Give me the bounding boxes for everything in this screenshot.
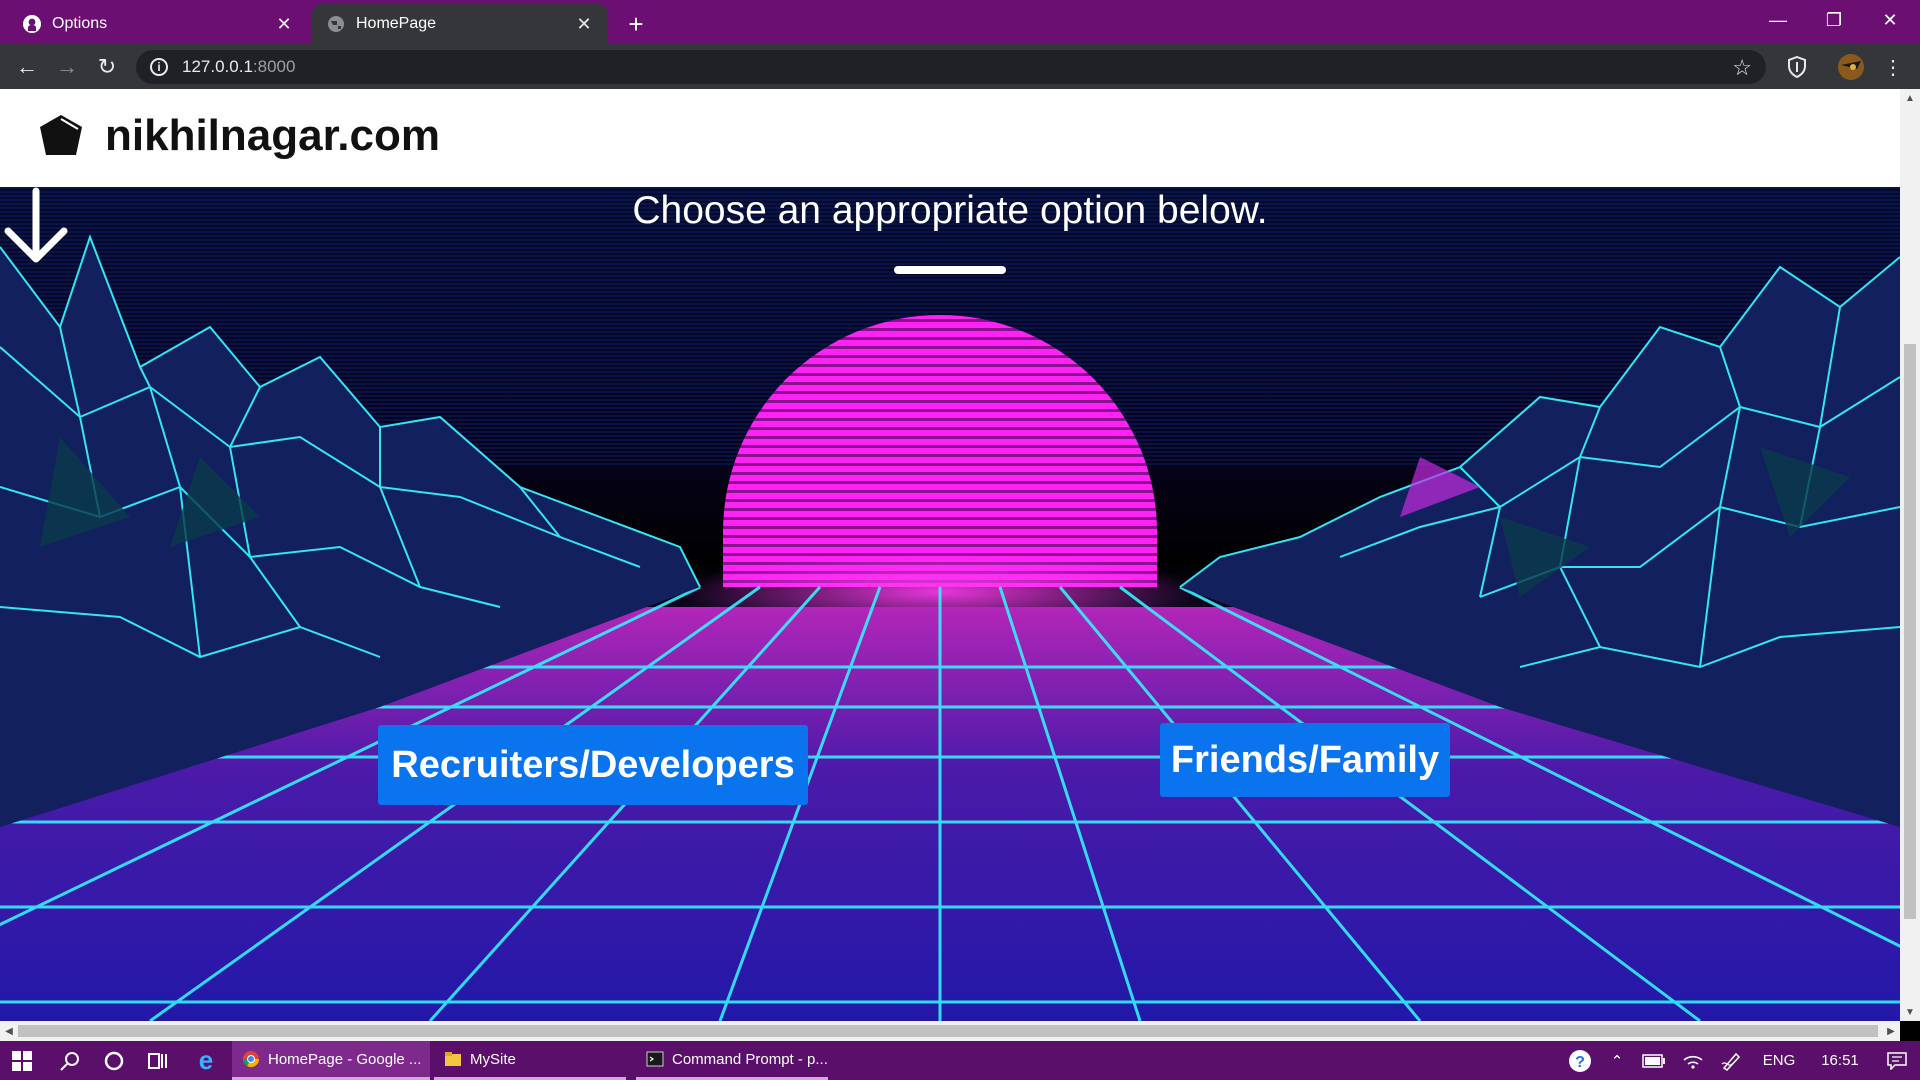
tab-options[interactable]: Options ✕ — [8, 4, 308, 44]
help-icon[interactable]: ? — [1562, 1041, 1598, 1080]
battery-icon[interactable] — [1636, 1041, 1672, 1080]
bookmark-star-icon[interactable]: ☆ — [1732, 55, 1752, 81]
folder-icon — [445, 1052, 461, 1066]
vertical-scrollbar[interactable]: ▲ ▼ — [1900, 89, 1920, 1021]
close-tab-icon[interactable]: ✕ — [274, 14, 294, 34]
taskbar-app-label: HomePage - Google ... — [268, 1050, 422, 1068]
browser-toolbar: ← → ↻ i 127.0.0.1:8000 ☆ ⋮ — [0, 44, 1920, 89]
chrome-icon — [242, 1051, 260, 1068]
hero-prompt: Choose an appropriate option below. — [632, 189, 1268, 232]
site-info-icon[interactable]: i — [150, 58, 168, 76]
taskbar-app-mysite[interactable]: MySite — [434, 1041, 626, 1080]
friends-family-button[interactable]: Friends/Family — [1160, 723, 1450, 797]
language-indicator[interactable]: ENG — [1752, 1041, 1806, 1080]
edge-browser-icon[interactable]: e — [184, 1041, 228, 1080]
url-port: :8000 — [252, 57, 296, 76]
pentagon-logo-icon — [40, 115, 82, 155]
scroll-up-arrow-icon[interactable]: ▲ — [1900, 89, 1920, 107]
windows-taskbar: e HomePage - Google ... MySite Command P… — [0, 1041, 1920, 1080]
clock[interactable]: 16:51 — [1806, 1041, 1874, 1080]
wifi-icon[interactable] — [1676, 1041, 1710, 1080]
scroll-right-arrow-icon[interactable]: ▶ — [1882, 1021, 1900, 1041]
svg-text:?: ? — [1575, 1054, 1585, 1071]
url-text: 127.0.0.1:8000 — [182, 57, 295, 77]
taskbar-app-chrome[interactable]: HomePage - Google ... — [232, 1041, 430, 1080]
tab-title: HomePage — [356, 15, 437, 32]
cortana-icon[interactable] — [92, 1041, 136, 1080]
globe-icon — [326, 14, 346, 34]
close-window-button[interactable]: ✕ — [1862, 0, 1918, 40]
reload-button[interactable]: ↻ — [90, 50, 124, 84]
taskbar-app-label: MySite — [470, 1050, 516, 1068]
recruiters-developers-button[interactable]: Recruiters/Developers — [378, 725, 808, 805]
arrow-down-icon — [4, 187, 68, 263]
minimize-button[interactable]: — — [1750, 0, 1806, 40]
vertical-scroll-thumb[interactable] — [1904, 344, 1916, 919]
action-center-icon[interactable] — [1874, 1041, 1920, 1080]
restore-button[interactable]: ❐ — [1806, 0, 1862, 40]
search-icon[interactable] — [48, 1041, 92, 1080]
new-tab-button[interactable]: + — [620, 8, 652, 40]
page-viewport: nikhilnagar.com Choose an appropriate op… — [0, 89, 1900, 1021]
pen-workspace-icon[interactable] — [1714, 1041, 1748, 1080]
command-prompt-icon — [646, 1051, 664, 1067]
taskbar-app-command-prompt[interactable]: Command Prompt - p... — [636, 1041, 828, 1080]
site-name[interactable]: nikhilnagar.com — [105, 111, 440, 161]
tab-title: Options — [52, 15, 108, 32]
github-icon — [22, 14, 42, 34]
address-bar[interactable]: i 127.0.0.1:8000 ☆ — [136, 50, 1766, 84]
back-button[interactable]: ← — [10, 50, 44, 84]
close-tab-icon[interactable]: ✕ — [574, 14, 594, 34]
shield-extension-icon[interactable] — [1780, 50, 1814, 84]
browser-tab-strip: Options ✕ HomePage ✕ + — ❐ ✕ — [0, 0, 1920, 44]
horizontal-scrollbar[interactable]: ◀ ▶ — [0, 1021, 1900, 1041]
profile-avatar[interactable] — [1834, 50, 1868, 84]
scroll-left-arrow-icon[interactable]: ◀ — [0, 1021, 18, 1041]
scroll-down-arrow-icon[interactable]: ▼ — [1900, 1003, 1920, 1021]
tab-homepage[interactable]: HomePage ✕ — [312, 4, 608, 44]
menu-kebab-icon[interactable]: ⋮ — [1876, 50, 1910, 84]
hero-section: Choose an appropriate option below. Recr… — [0, 187, 1900, 1021]
horizontal-scroll-thumb[interactable] — [18, 1025, 1878, 1037]
show-hidden-icons-chevron-icon[interactable]: ⌃ — [1602, 1041, 1632, 1080]
taskbar-app-label: Command Prompt - p... — [672, 1050, 828, 1068]
site-header: nikhilnagar.com — [0, 89, 1900, 188]
task-view-icon[interactable] — [136, 1041, 180, 1080]
title-underline — [894, 266, 1006, 274]
synthwave-background — [0, 187, 1900, 1021]
forward-button[interactable]: → — [50, 50, 84, 84]
url-host: 127.0.0.1 — [182, 57, 253, 76]
windows-start-icon[interactable] — [0, 1041, 44, 1080]
